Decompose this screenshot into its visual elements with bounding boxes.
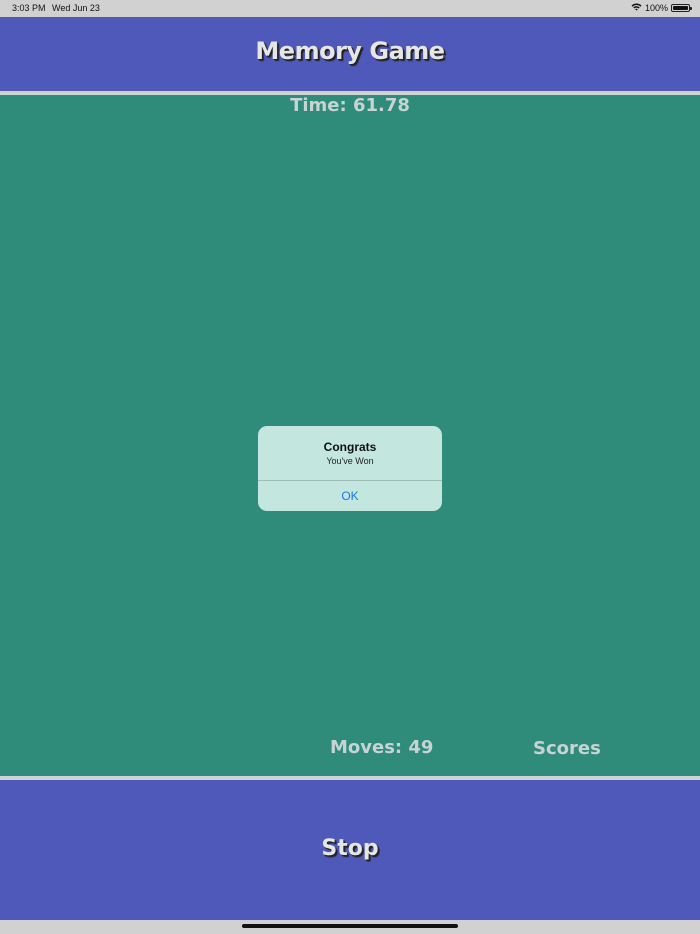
home-indicator[interactable] (242, 924, 458, 928)
status-bar: 3:03 PM Wed Jun 23 100% (0, 0, 700, 17)
battery-percentage: 100% (644, 3, 668, 13)
ok-button[interactable]: OK (258, 481, 442, 511)
moves-counter: Moves: 49 (330, 737, 434, 758)
wifi-icon (631, 3, 642, 13)
congrats-alert: Congrats You've Won OK (258, 426, 442, 511)
status-indicators: 100% (631, 3, 692, 13)
battery-icon (671, 4, 692, 12)
status-time: 3:03 PM (12, 3, 46, 13)
stop-button[interactable]: Stop (300, 833, 400, 863)
status-date: Wed Jun 23 (52, 3, 100, 13)
alert-message: You've Won (326, 456, 374, 466)
timer-label: Time: 61.78 (290, 95, 410, 116)
page-title: Memory Game (255, 37, 445, 65)
header: Memory Game (0, 17, 700, 91)
alert-title: Congrats (323, 440, 377, 454)
scores-button[interactable]: Scores (533, 738, 601, 759)
footer: Stop (0, 780, 700, 920)
